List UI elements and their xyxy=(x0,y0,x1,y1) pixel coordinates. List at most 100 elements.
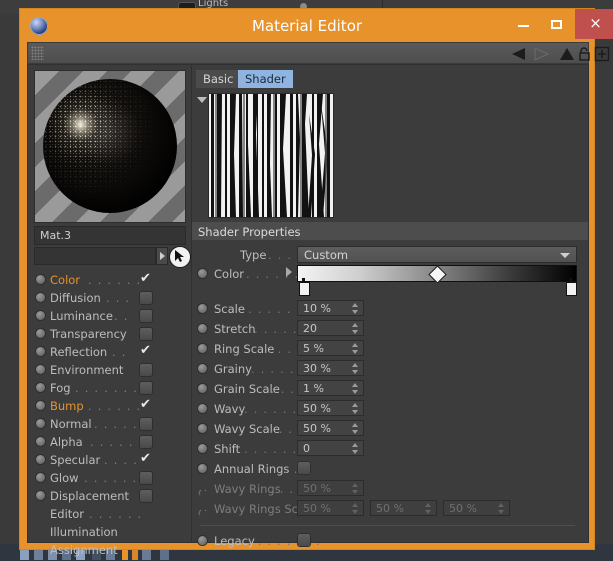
channel-checkbox[interactable] xyxy=(140,397,152,412)
unlock-icon[interactable] xyxy=(577,46,593,62)
wavy-rings-scale-input-x[interactable]: 50 % xyxy=(297,500,364,516)
channel-radio-icon[interactable] xyxy=(36,347,45,356)
picker-cursor-icon[interactable] xyxy=(169,246,191,268)
channel-checkbox[interactable] xyxy=(140,382,152,394)
wavy-rings-scale-input-z[interactable]: 50 % xyxy=(443,500,510,516)
channel-radio-icon[interactable] xyxy=(36,401,45,410)
property-radio-icon[interactable] xyxy=(198,324,207,333)
channel-radio-icon[interactable] xyxy=(36,275,45,284)
channel-radio-icon[interactable] xyxy=(36,437,45,446)
channel-checkbox[interactable] xyxy=(140,310,152,322)
annual-rings-checkbox[interactable] xyxy=(298,462,310,474)
wavy-rings-input[interactable]: 50 % xyxy=(297,480,364,496)
channel-checkbox[interactable] xyxy=(140,451,152,466)
title-bar[interactable]: Material Editor × xyxy=(20,9,613,42)
property-radio-icon[interactable] xyxy=(198,304,207,313)
channel-row-environment[interactable]: Environment xyxy=(34,361,186,379)
maximize-button[interactable] xyxy=(541,9,573,39)
property-radio-icon[interactable] xyxy=(198,444,207,453)
wavy-rings-scale-input-y[interactable]: 50 % xyxy=(370,500,437,516)
collapse-triangle-icon[interactable] xyxy=(197,97,207,103)
sidebar-item-illumination[interactable]: Illumination xyxy=(34,523,186,541)
spinner-icon[interactable] xyxy=(352,403,359,414)
spinner-icon[interactable] xyxy=(352,483,359,494)
channel-checkbox[interactable] xyxy=(140,271,152,286)
gradient-stop-right[interactable] xyxy=(566,278,577,296)
spinner-icon[interactable] xyxy=(352,343,359,354)
spinner-icon[interactable] xyxy=(352,363,359,374)
back-arrow-icon[interactable] xyxy=(509,46,531,62)
channel-row-transparency[interactable]: Transparency xyxy=(34,325,186,343)
channel-radio-icon[interactable] xyxy=(36,365,45,374)
channel-row-diffusion[interactable]: Diffusion . . . xyxy=(34,289,186,307)
property-radio-icon[interactable] xyxy=(198,364,207,373)
drag-grip-icon[interactable] xyxy=(31,46,44,60)
grain-scale-input[interactable]: 1 % xyxy=(297,380,364,396)
channel-row-normal[interactable]: Normal . . . . . xyxy=(34,415,186,433)
property-radio-icon[interactable] xyxy=(198,344,207,353)
minimize-button[interactable] xyxy=(507,9,539,39)
wavy-scale-input[interactable]: 50 % xyxy=(297,420,364,436)
add-icon[interactable] xyxy=(594,46,610,62)
channel-radio-icon[interactable] xyxy=(36,293,45,302)
spinner-icon[interactable] xyxy=(498,503,505,514)
channel-radio-icon[interactable] xyxy=(36,311,45,320)
property-radio-icon[interactable] xyxy=(198,536,207,545)
channel-radio-icon[interactable] xyxy=(36,491,45,500)
up-arrow-icon[interactable] xyxy=(557,46,577,62)
channel-checkbox[interactable] xyxy=(140,490,152,502)
spinner-icon[interactable] xyxy=(352,423,359,434)
channel-row-glow[interactable]: Glow . . . . . . . xyxy=(34,469,186,487)
tab-shader[interactable]: Shader xyxy=(238,70,293,88)
material-preview[interactable] xyxy=(34,70,186,223)
tab-basic[interactable]: Basic xyxy=(196,70,241,88)
wavy-input[interactable]: 50 % xyxy=(297,400,364,416)
channel-checkbox[interactable] xyxy=(140,364,152,376)
channel-checkbox[interactable] xyxy=(140,292,152,304)
channel-row-specular[interactable]: Specular . . . . xyxy=(34,451,186,469)
shift-input[interactable]: 0 xyxy=(297,440,364,456)
forward-arrow-icon[interactable] xyxy=(530,46,552,62)
sidebar-item-editor[interactable]: Editor . . . . . . xyxy=(34,505,186,523)
channel-row-fog[interactable]: Fog . . . . . . . xyxy=(34,379,186,397)
channel-radio-icon[interactable] xyxy=(36,455,45,464)
channel-checkbox[interactable] xyxy=(140,472,152,484)
spinner-icon[interactable] xyxy=(352,383,359,394)
type-dropdown[interactable]: Custom xyxy=(297,246,577,263)
grainy-input[interactable]: 30 % xyxy=(297,360,364,376)
shader-preview[interactable] xyxy=(208,93,334,218)
channel-row-bump[interactable]: Bump . . . . . . xyxy=(34,397,186,415)
close-button[interactable]: × xyxy=(575,9,613,39)
property-radio-icon[interactable] xyxy=(198,424,207,433)
spinner-icon[interactable] xyxy=(425,503,432,514)
property-radio-icon[interactable] xyxy=(198,404,207,413)
channel-checkbox[interactable] xyxy=(140,343,152,358)
channel-checkbox[interactable] xyxy=(140,328,152,340)
color-radio-icon[interactable] xyxy=(198,269,207,278)
spinner-icon[interactable] xyxy=(352,323,359,334)
link-expand-arrow-icon[interactable] xyxy=(156,247,168,265)
spinner-icon[interactable] xyxy=(352,303,359,314)
channel-checkbox[interactable] xyxy=(140,418,152,430)
spinner-icon[interactable] xyxy=(352,443,359,454)
channel-radio-icon[interactable] xyxy=(36,329,45,338)
gradient-stop-left[interactable] xyxy=(299,278,310,296)
channel-row-displacement[interactable]: Displacement xyxy=(34,487,186,505)
sidebar-item-assignment[interactable]: Assignment xyxy=(34,541,186,559)
scale-input[interactable]: 10 % xyxy=(297,300,364,316)
property-radio-icon[interactable] xyxy=(198,384,207,393)
ring-scale-input[interactable]: 5 % xyxy=(297,340,364,356)
channel-radio-icon[interactable] xyxy=(36,383,45,392)
property-radio-icon[interactable] xyxy=(198,464,207,473)
color-expand-arrow-icon[interactable] xyxy=(286,267,292,277)
channel-checkbox[interactable] xyxy=(140,436,152,448)
material-link-field[interactable] xyxy=(34,247,156,265)
legacy-checkbox[interactable] xyxy=(298,534,310,546)
channel-radio-icon[interactable] xyxy=(36,419,45,428)
stretch-input[interactable]: 20 xyxy=(297,320,364,336)
channel-row-alpha[interactable]: Alpha . . . . . . xyxy=(34,433,186,451)
material-name-field[interactable]: Mat.3 xyxy=(34,226,186,245)
channel-row-luminance[interactable]: Luminance . . xyxy=(34,307,186,325)
channel-radio-icon[interactable] xyxy=(36,473,45,482)
spinner-icon[interactable] xyxy=(352,503,359,514)
